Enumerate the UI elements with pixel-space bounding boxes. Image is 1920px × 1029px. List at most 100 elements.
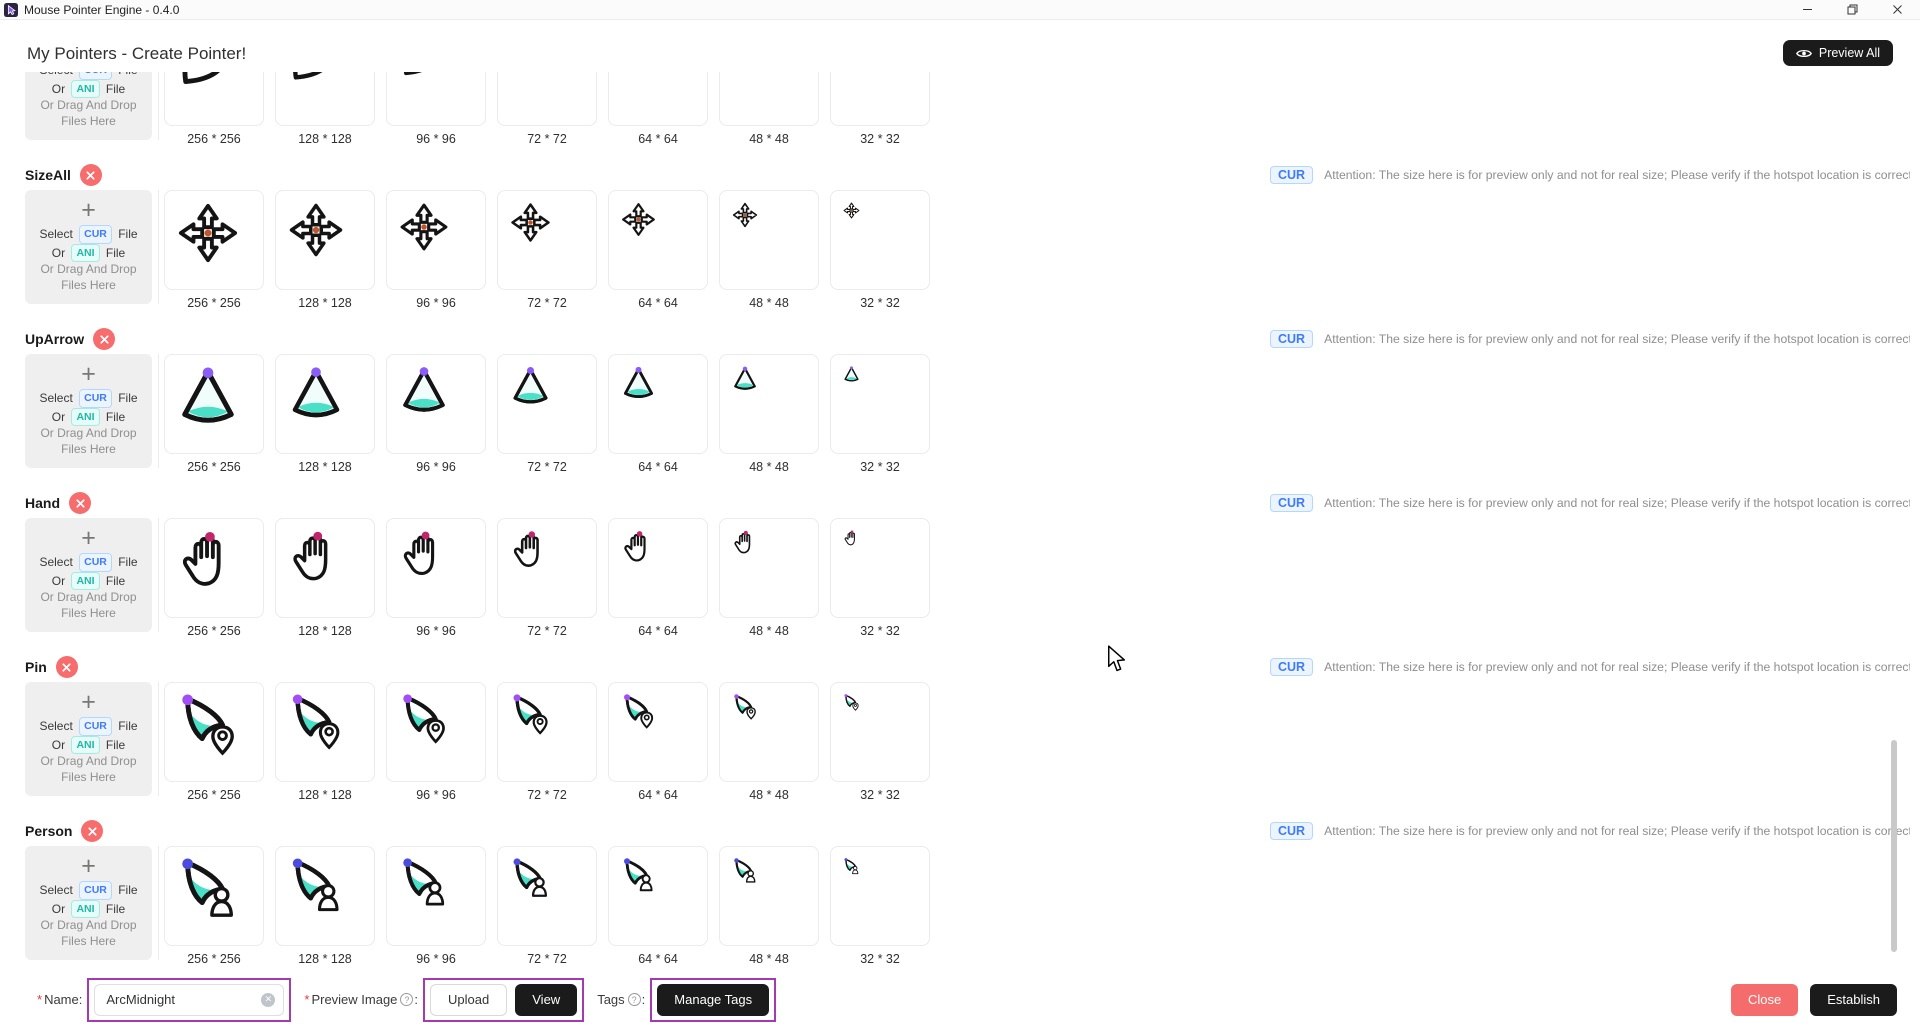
file-dropzone[interactable]: + Select CUR File Or ANI File Or Drag An… xyxy=(25,354,152,468)
file-dropzone[interactable]: + Select CUR File Or ANI File Or Drag An… xyxy=(25,518,152,632)
pointer-preview-card[interactable] xyxy=(275,72,375,126)
pointer-preview-card[interactable] xyxy=(608,846,708,946)
size-label: 64 * 64 xyxy=(608,460,708,474)
remove-section-button[interactable] xyxy=(56,656,78,678)
pointer-preview-card[interactable] xyxy=(164,72,264,126)
pointer-preview-card[interactable] xyxy=(386,846,486,946)
pointer-preview-card[interactable] xyxy=(719,190,819,290)
attention-row: CUR Attention: The size here is for prev… xyxy=(1270,656,1910,678)
pointer-preview-card[interactable] xyxy=(275,354,375,454)
size-preview-row: 256 * 256 128 * 128 96 * 96 72 * 72 xyxy=(158,354,930,468)
pointer-preview-card[interactable] xyxy=(164,518,264,618)
person-cursor-icon xyxy=(510,858,551,899)
view-button[interactable]: View xyxy=(515,984,577,1016)
pointer-preview-card[interactable] xyxy=(164,190,264,290)
ani-file-badge: ANI xyxy=(71,244,99,263)
minimize-button[interactable] xyxy=(1785,0,1830,19)
size-label: 32 * 32 xyxy=(830,788,930,802)
pointer-preview-card[interactable] xyxy=(719,354,819,454)
pointer-preview-card[interactable] xyxy=(275,518,375,618)
pointer-preview-card[interactable] xyxy=(164,354,264,454)
file-dropzone[interactable]: + Select CUR File Or ANI File Or Drag An… xyxy=(25,72,152,140)
plus-icon: + xyxy=(81,690,96,714)
pointer-preview-card[interactable] xyxy=(386,682,486,782)
alt-arrow-cursor-icon xyxy=(510,72,551,79)
pointer-preview-card[interactable] xyxy=(719,72,819,126)
close-button[interactable]: Close xyxy=(1731,984,1798,1016)
pointer-preview-card[interactable] xyxy=(386,354,486,454)
close-icon xyxy=(61,662,72,673)
size-label: 72 * 72 xyxy=(497,296,597,310)
pointer-preview-card[interactable] xyxy=(830,682,930,782)
hand-cursor-icon xyxy=(177,530,239,592)
size-label: 72 * 72 xyxy=(497,952,597,966)
pointer-preview-card[interactable] xyxy=(275,846,375,946)
pointer-preview-card[interactable] xyxy=(719,518,819,618)
pointer-preview-card[interactable] xyxy=(608,682,708,782)
pointer-preview-card[interactable] xyxy=(497,518,597,618)
pointer-sections-list: + Select CUR File Or ANI File Or Drag An… xyxy=(0,72,1920,970)
pointer-preview-card[interactable] xyxy=(497,682,597,782)
size-label: 128 * 128 xyxy=(275,132,375,146)
pointer-preview-card[interactable] xyxy=(830,846,930,946)
upload-button[interactable]: Upload xyxy=(430,984,507,1016)
pin-cursor-icon xyxy=(288,694,344,750)
pointer-preview-card[interactable] xyxy=(830,72,930,126)
app-logo-icon xyxy=(4,3,18,17)
pointer-preview-card[interactable] xyxy=(608,190,708,290)
name-field-label: Name xyxy=(44,992,79,1007)
remove-section-button[interactable] xyxy=(81,820,103,842)
pin-cursor-icon xyxy=(177,694,239,756)
hand-cursor-icon xyxy=(843,530,860,547)
establish-button[interactable]: Establish xyxy=(1810,984,1897,1016)
pointer-preview-card[interactable] xyxy=(719,682,819,782)
pointer-preview-card[interactable] xyxy=(275,190,375,290)
footer-form: * Name : ✕ * Preview Image ? : Upload Vi… xyxy=(0,970,1920,1029)
manage-tags-button[interactable]: Manage Tags xyxy=(657,984,769,1016)
pointer-preview-card[interactable] xyxy=(497,190,597,290)
size-label: 72 * 72 xyxy=(497,624,597,638)
pointer-preview-card[interactable] xyxy=(719,846,819,946)
name-input[interactable] xyxy=(94,984,284,1016)
help-icon[interactable]: ? xyxy=(628,993,641,1006)
preview-all-button[interactable]: Preview All xyxy=(1783,40,1893,66)
pointer-preview-card[interactable] xyxy=(164,846,264,946)
pointer-preview-card[interactable] xyxy=(497,354,597,454)
pointer-preview-card[interactable] xyxy=(386,518,486,618)
clear-input-icon[interactable]: ✕ xyxy=(261,993,275,1007)
file-dropzone[interactable]: + Select CUR File Or ANI File Or Drag An… xyxy=(25,190,152,304)
window-title: Mouse Pointer Engine - 0.4.0 xyxy=(24,3,179,17)
pointer-preview-card[interactable] xyxy=(386,190,486,290)
size-label: 256 * 256 xyxy=(164,132,264,146)
pointer-preview-card[interactable] xyxy=(830,354,930,454)
pointer-preview-card[interactable] xyxy=(608,518,708,618)
pointer-preview-card[interactable] xyxy=(830,518,930,618)
uparrow-cursor-icon xyxy=(177,366,239,428)
help-icon[interactable]: ? xyxy=(400,993,413,1006)
remove-section-button[interactable] xyxy=(80,164,102,186)
pointer-preview-card[interactable] xyxy=(164,682,264,782)
vertical-scrollbar-thumb[interactable] xyxy=(1891,740,1897,952)
close-icon xyxy=(75,498,86,509)
cur-badge: CUR xyxy=(1270,658,1313,676)
pointer-preview-card[interactable] xyxy=(497,72,597,126)
pointer-preview-card[interactable] xyxy=(608,354,708,454)
restore-button[interactable] xyxy=(1830,0,1875,19)
close-window-button[interactable] xyxy=(1875,0,1920,19)
file-dropzone[interactable]: + Select CUR File Or ANI File Or Drag An… xyxy=(25,846,152,960)
ani-file-badge: ANI xyxy=(71,572,99,591)
file-dropzone[interactable]: + Select CUR File Or ANI File Or Drag An… xyxy=(25,682,152,796)
person-cursor-icon xyxy=(732,858,758,884)
size-label: 32 * 32 xyxy=(830,132,930,146)
uparrow-cursor-icon xyxy=(621,366,656,401)
cur-badge: CUR xyxy=(1270,494,1313,512)
cur-badge: CUR xyxy=(1270,330,1313,348)
pointer-preview-card[interactable] xyxy=(497,846,597,946)
pointer-preview-card[interactable] xyxy=(608,72,708,126)
pointer-preview-card[interactable] xyxy=(386,72,486,126)
remove-section-button[interactable] xyxy=(69,492,91,514)
alt-arrow-cursor-icon xyxy=(288,72,344,94)
pointer-preview-card[interactable] xyxy=(830,190,930,290)
pointer-preview-card[interactable] xyxy=(275,682,375,782)
remove-section-button[interactable] xyxy=(93,328,115,350)
